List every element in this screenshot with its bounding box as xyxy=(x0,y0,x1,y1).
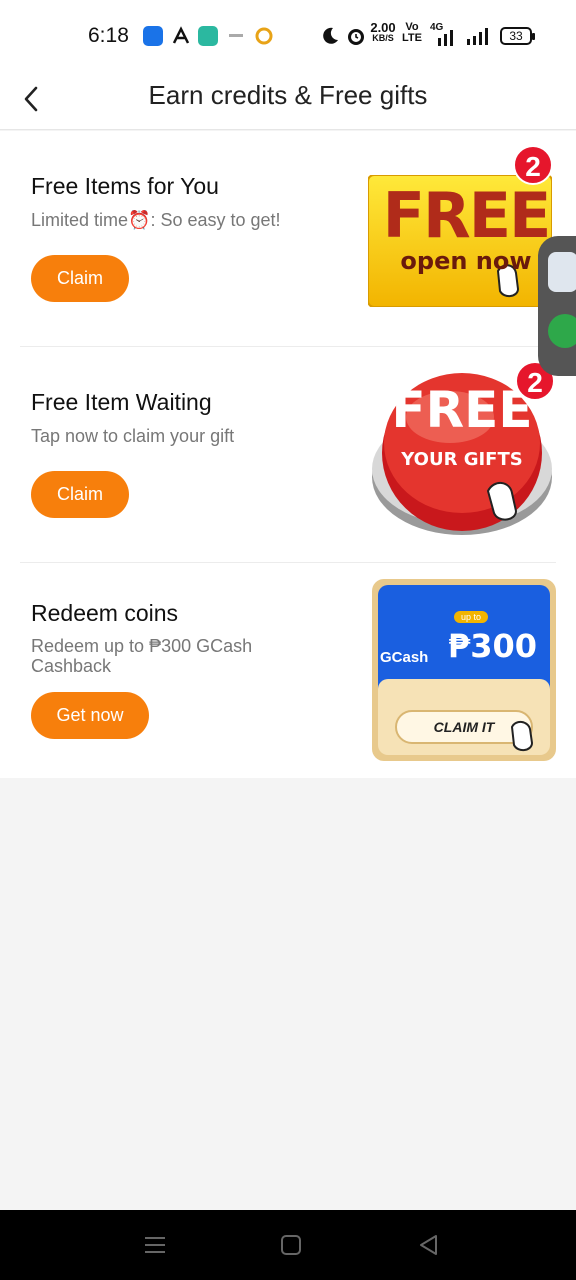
back-icon[interactable] xyxy=(416,1232,442,1258)
claim-button[interactable]: Claim xyxy=(31,471,129,518)
page-title: Earn credits & Free gifts xyxy=(148,80,428,110)
image-text-open-now: open now xyxy=(400,247,532,275)
app-notification-icon xyxy=(254,26,274,46)
offers-list: Free Items for You Limited time⏰: So eas… xyxy=(0,131,576,778)
volte-bottom: LTE xyxy=(402,32,422,44)
signal-icon-sim2 xyxy=(466,27,492,50)
card-title: Redeem coins xyxy=(31,600,179,626)
net-speed-unit: KB/S xyxy=(372,33,394,43)
home-icon[interactable] xyxy=(278,1232,304,1258)
status-bar: 6:18 2.00 KB/S Vo LTE 4G 33 xyxy=(0,0,576,72)
offer-card-free-item-waiting: Free Item Waiting Tap now to claim your … xyxy=(0,347,576,563)
signal-icon-sim1 xyxy=(436,28,460,51)
chat-bubble-icon[interactable] xyxy=(548,314,576,348)
battery-indicator: 33 xyxy=(500,27,535,45)
menu-icon[interactable] xyxy=(142,1232,168,1258)
system-navigation-bar xyxy=(0,1210,576,1280)
card-subtitle: Redeem up to ₱300 GCash Cashback xyxy=(31,636,253,676)
alarm-icon xyxy=(346,25,366,52)
app-notification-icon xyxy=(143,26,163,46)
gcash-cashback-image[interactable]: GCash up to ₱300 CLAIM IT xyxy=(372,579,556,761)
offer-card-free-items: Free Items for You Limited time⏰: So eas… xyxy=(0,131,576,347)
image-text-free: FREE xyxy=(382,179,552,252)
app-notification-icon xyxy=(226,26,246,46)
net-speed: 2.00 KB/S xyxy=(368,20,398,44)
volte-indicator: Vo LTE xyxy=(402,22,422,44)
gcash-amount: ₱300 xyxy=(448,627,538,665)
free-open-now-image[interactable]: FREE open now xyxy=(367,174,553,308)
status-time: 6:18 xyxy=(88,24,129,47)
card-subtitle: Tap now to claim your gift xyxy=(31,426,235,446)
app-icon xyxy=(548,252,576,292)
gcash-up-to-label: up to xyxy=(460,612,482,622)
gcash-logo-text: GCash xyxy=(380,649,429,666)
card-subtitle: Limited time⏰: So easy to get! xyxy=(31,210,281,230)
claim-button[interactable]: Claim xyxy=(31,255,129,302)
offer-card-redeem-coins: Redeem coins Redeem up to ₱300 GCash Cas… xyxy=(0,563,576,778)
app-notification-icon xyxy=(171,26,191,46)
claim-it-label: CLAIM IT xyxy=(433,719,495,735)
card-title: Free Item Waiting xyxy=(31,389,212,415)
card-title: Free Items for You xyxy=(31,173,219,199)
floating-assistant-widget[interactable] xyxy=(538,236,576,376)
app-notification-icon xyxy=(198,26,218,46)
net-speed-value: 2.00 xyxy=(370,20,396,35)
image-text-your-gifts: YOUR GIFTS xyxy=(401,449,523,470)
moon-icon xyxy=(320,26,340,51)
get-now-button[interactable]: Get now xyxy=(31,692,149,739)
notification-badge: 2 xyxy=(513,145,553,185)
app-header: Earn credits & Free gifts xyxy=(0,72,576,130)
